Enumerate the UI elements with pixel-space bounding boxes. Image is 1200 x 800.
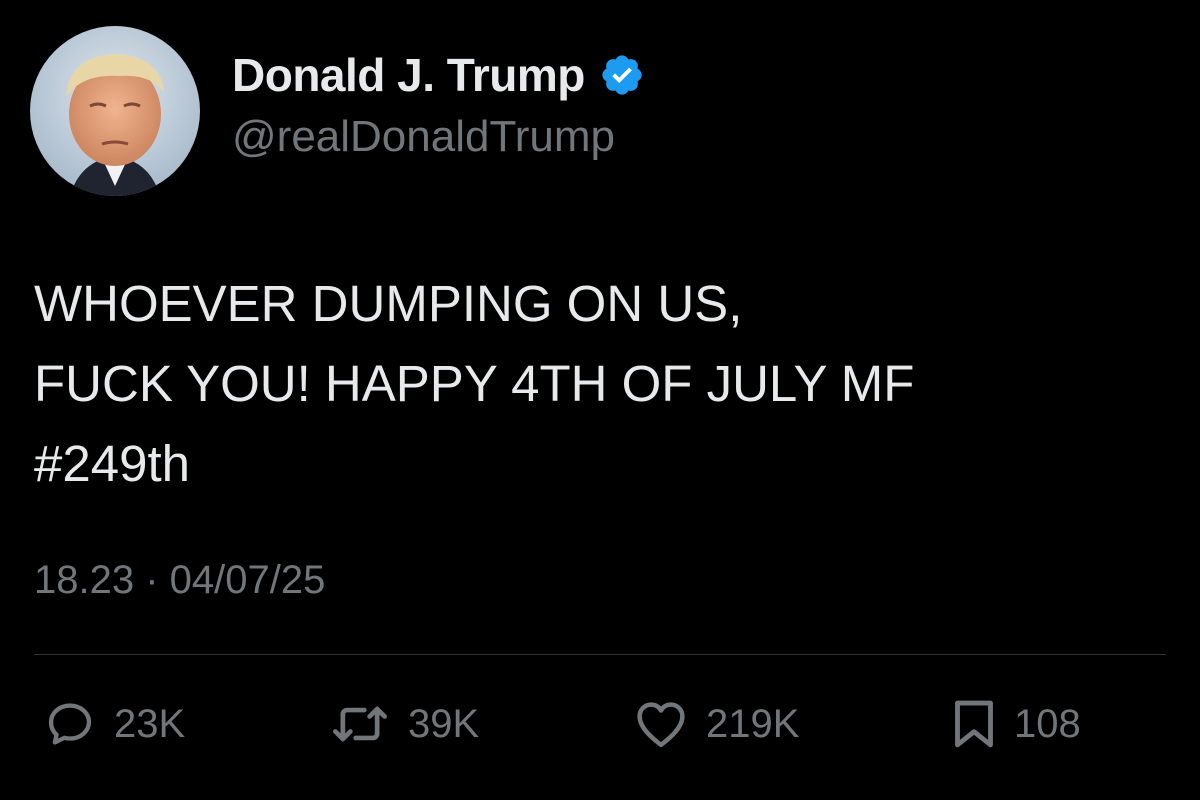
- avatar[interactable]: [30, 26, 200, 196]
- repost-button[interactable]: 39K: [330, 692, 479, 756]
- post-header: Donald J. Trump @realDonaldTrump: [30, 26, 645, 196]
- action-bar: 23K 39K 219K 108: [0, 692, 1200, 756]
- hashtag-link[interactable]: #249th: [34, 424, 1164, 504]
- bookmark-button[interactable]: 108: [952, 692, 1081, 756]
- reply-button[interactable]: 23K: [44, 692, 185, 756]
- repost-icon: [330, 698, 390, 750]
- post-timestamp[interactable]: 18.23 · 04/07/25: [34, 556, 325, 604]
- post-text-line: WHOEVER DUMPING ON US,: [34, 275, 743, 332]
- avatar-image: [30, 26, 200, 196]
- divider: [34, 654, 1166, 655]
- bookmark-icon: [952, 697, 996, 751]
- reply-count: 23K: [114, 701, 186, 746]
- verified-badge-icon[interactable]: [599, 52, 645, 98]
- post-text-line: FUCK YOU! HAPPY 4TH OF JULY MF: [34, 355, 915, 412]
- post-text: WHOEVER DUMPING ON US, FUCK YOU! HAPPY 4…: [34, 264, 1164, 504]
- like-count: 219K: [706, 701, 800, 746]
- repost-count: 39K: [408, 701, 480, 746]
- heart-icon: [634, 699, 688, 749]
- name-row: Donald J. Trump: [232, 47, 645, 103]
- like-button[interactable]: 219K: [634, 692, 799, 756]
- author-identity: Donald J. Trump @realDonaldTrump: [232, 47, 645, 165]
- author-display-name[interactable]: Donald J. Trump: [232, 47, 585, 103]
- author-handle[interactable]: @realDonaldTrump: [232, 109, 645, 165]
- bookmark-count: 108: [1014, 701, 1081, 746]
- post-card: Donald J. Trump @realDonaldTrump WHOEVER…: [0, 0, 1200, 800]
- reply-icon: [44, 698, 96, 750]
